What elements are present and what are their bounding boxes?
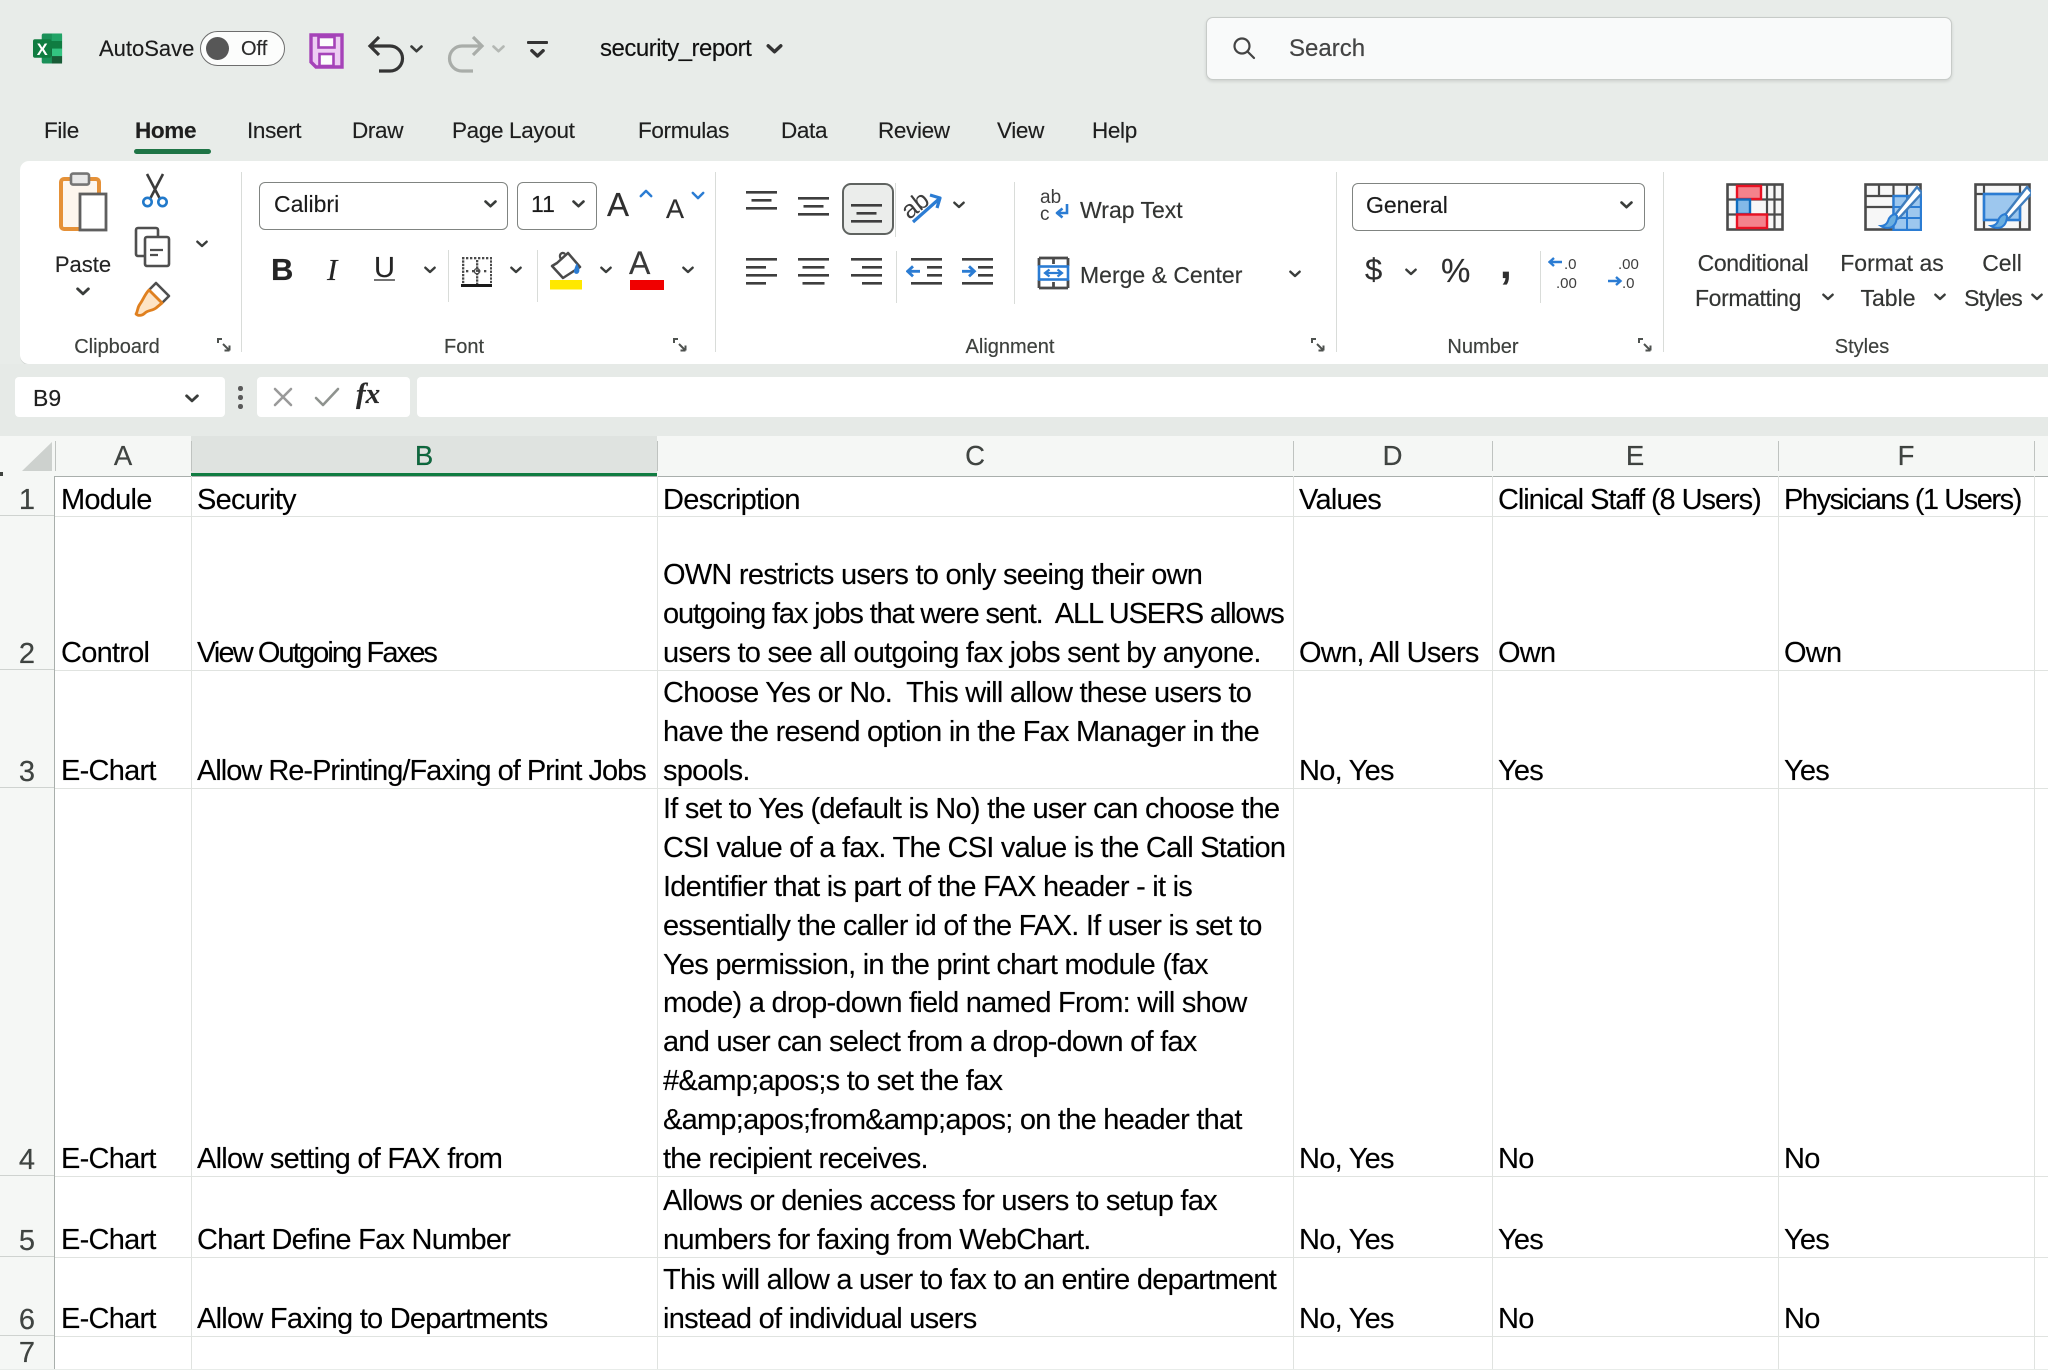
svg-text:c: c [1040, 204, 1050, 225]
svg-text:.00: .00 [1618, 256, 1639, 273]
svg-text:.00: .00 [1556, 275, 1577, 292]
svg-text:X: X [37, 41, 48, 59]
svg-text:.0: .0 [1622, 275, 1635, 292]
svg-text:.0: .0 [1564, 256, 1577, 273]
